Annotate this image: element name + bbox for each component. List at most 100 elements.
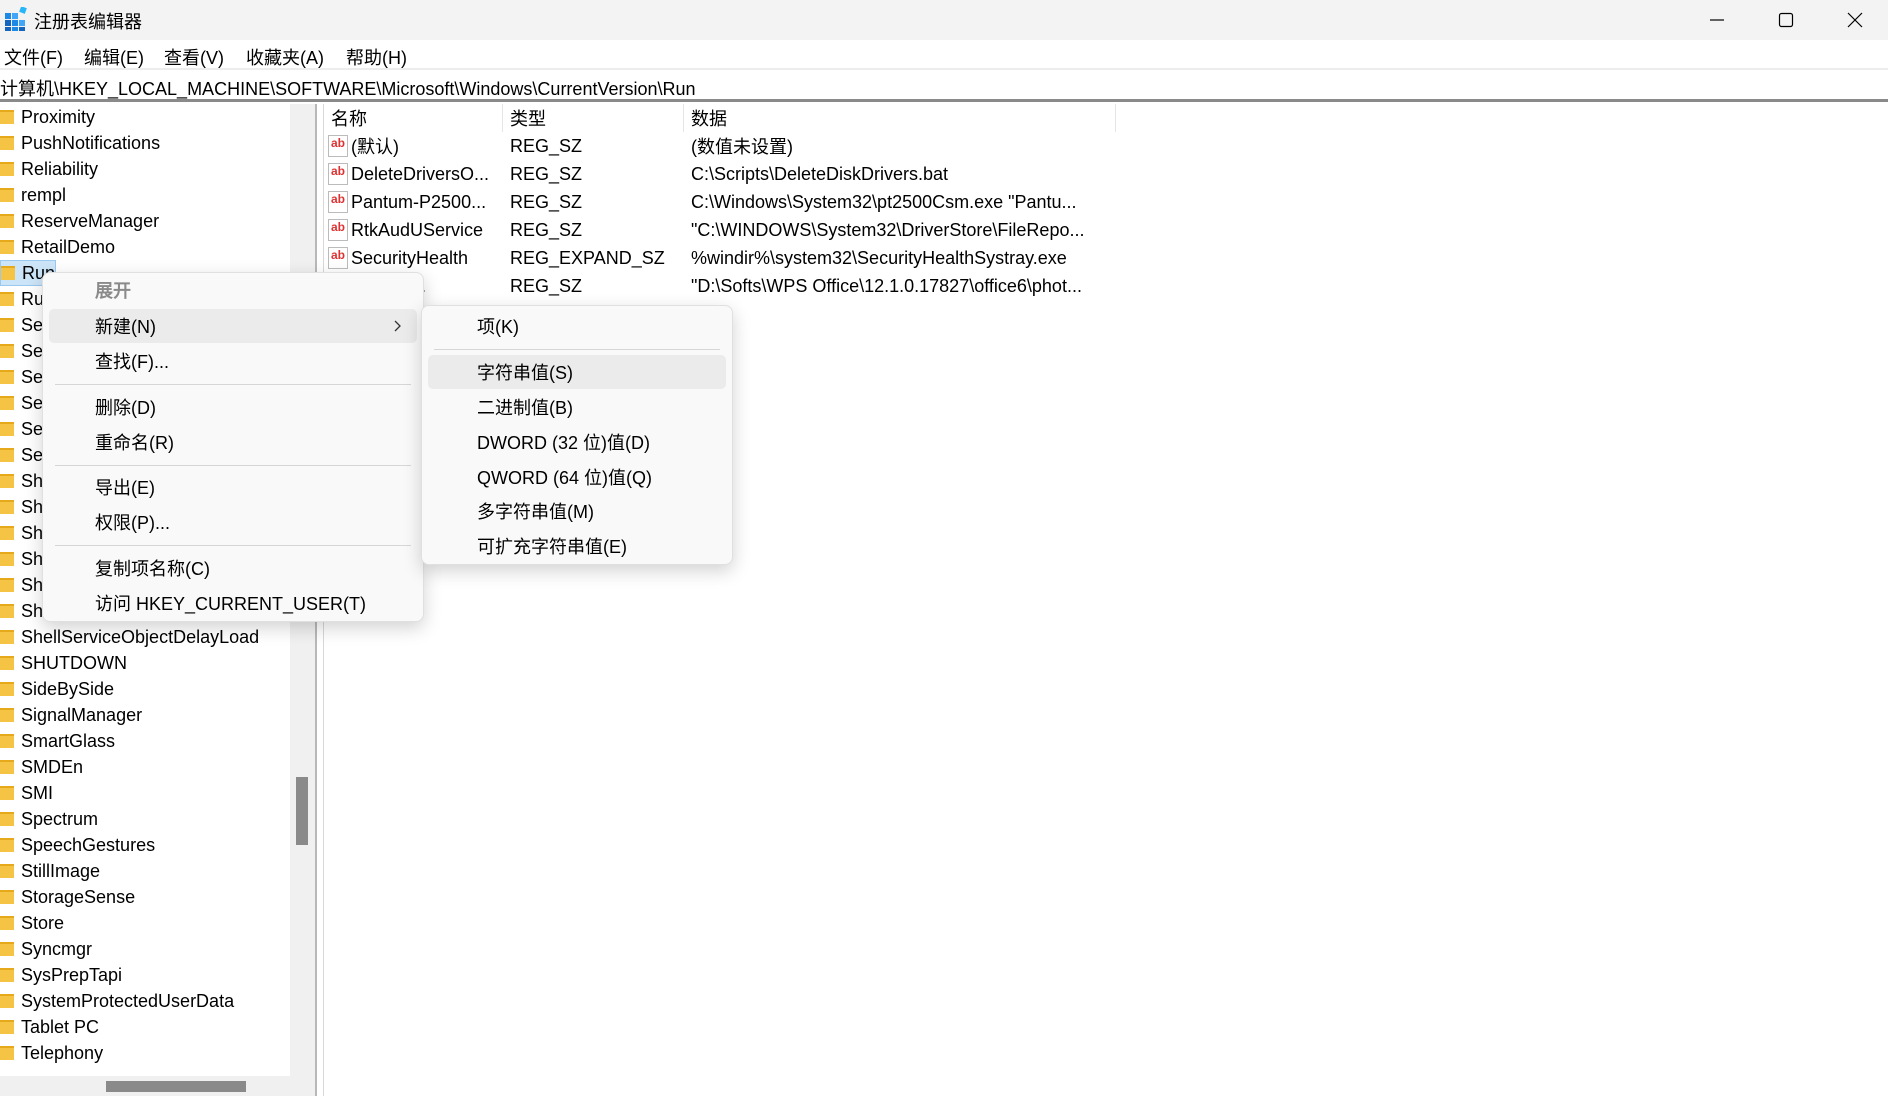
tree-item[interactable]: SMDEn [0, 754, 83, 780]
menu-item-permissions[interactable]: 权限(P)... [49, 505, 417, 539]
tree-item[interactable]: SMI [0, 780, 53, 806]
tree-item[interactable]: ShellServiceObjectDelayLoad [0, 624, 259, 650]
tree-item[interactable]: Se [0, 338, 43, 364]
tree-item[interactable]: Proximity [0, 104, 95, 130]
value-name: DeleteDriversO... [351, 163, 490, 184]
tree-item[interactable]: Se [0, 364, 43, 390]
folder-icon [0, 812, 14, 826]
tree-item[interactable]: StillImage [0, 858, 100, 884]
tree-item[interactable]: PushNotifications [0, 130, 160, 156]
folder-icon [0, 786, 14, 800]
column-header-name[interactable]: 名称 [324, 104, 503, 132]
tree-item-label: SMDEn [21, 756, 84, 777]
submenu-item-multi-string-value[interactable]: 多字符串值(M) [428, 494, 726, 528]
submenu-item-binary-value[interactable]: 二进制值(B) [428, 390, 726, 424]
tree-item[interactable]: Se [0, 442, 43, 468]
tree-item[interactable]: SideBySide [0, 676, 114, 702]
tree-item[interactable]: Sh [0, 546, 43, 572]
tree-item[interactable]: Sh [0, 520, 43, 546]
menu-item-new[interactable]: 新建(N) [49, 309, 417, 343]
tree-item[interactable]: Se [0, 416, 43, 442]
tree-item[interactable]: Sh [0, 494, 43, 520]
tree-horizontal-scrollbar[interactable] [0, 1076, 315, 1096]
tree-item[interactable]: Se [0, 390, 43, 416]
tree-item-label: SpeechGestures [21, 834, 156, 855]
submenu-item-qword-value[interactable]: QWORD (64 位)值(Q) [428, 460, 726, 494]
tree-item[interactable]: Ru [0, 286, 44, 312]
menu-item-goto-hkcu[interactable]: 访问 HKEY_CURRENT_USER(T) [49, 586, 417, 620]
tree-item-label: Sh [21, 574, 44, 595]
value-row[interactable]: ab DeleteDriversO... REG_SZ C:\Scripts\Dele… [324, 160, 1124, 188]
menu-item-export[interactable]: 导出(E) [49, 470, 417, 504]
menu-item-delete[interactable]: 删除(D) [49, 390, 417, 424]
menu-separator [55, 465, 411, 466]
tree-item[interactable]: Reliability [0, 156, 98, 182]
menu-label: 访问 HKEY_CURRENT_USER(T) [95, 594, 367, 614]
menu-item-find[interactable]: 查找(F)... [49, 344, 417, 378]
value-row[interactable]: ab SecurityHealth REG_EXPAND_SZ %windir%\sy… [324, 244, 1124, 272]
tree-item[interactable]: RetailDemo [0, 234, 115, 260]
value-row[interactable]: abtoautoa...REG_SZ"D:\Softs\WPS Office\1… [324, 272, 1124, 300]
tree-item[interactable]: Spectrum [0, 806, 98, 832]
tree-item[interactable]: Telephony [0, 1040, 103, 1066]
submenu-item-dword-value[interactable]: DWORD (32 位)值(D) [428, 425, 726, 459]
tree-item[interactable]: Se [0, 312, 43, 338]
menu-label: 可扩充字符串值(E) [477, 537, 627, 557]
menu-favorites[interactable]: 收藏夹(A) [246, 44, 324, 70]
maximize-button[interactable] [1751, 0, 1821, 40]
tree-item[interactable]: SmartGlass [0, 728, 115, 754]
tree-item[interactable]: SystemProtectedUserData [0, 988, 234, 1014]
scroll-thumb[interactable] [106, 1081, 246, 1092]
tree-item-label: Sh [21, 496, 44, 517]
context-menu: 展开 新建(N) 查找(F)... 删除(D) 重命名(R) 导出(E) 权限(… [42, 272, 424, 622]
address-bar[interactable]: 计算机\HKEY_LOCAL_MACHINE\SOFTWARE\Microsof… [0, 72, 1888, 102]
value-name: SecurityHealth [351, 247, 469, 268]
tree-item[interactable]: Sh [0, 468, 43, 494]
value-name: RtkAudUService [351, 219, 484, 240]
tree-item-label: Sh [21, 548, 44, 569]
tree-item[interactable]: Syncmgr [0, 936, 92, 962]
tree-item[interactable]: Sh [0, 572, 43, 598]
menu-edit[interactable]: 编辑(E) [84, 44, 144, 70]
minimize-button[interactable] [1682, 0, 1752, 40]
tree-item[interactable]: rempl [0, 182, 66, 208]
folder-icon [0, 682, 14, 696]
tree-item-label: StorageSense [21, 886, 136, 907]
menu-file[interactable]: 文件(F) [4, 44, 63, 70]
tree-item[interactable]: SpeechGestures [0, 832, 155, 858]
close-button[interactable] [1820, 0, 1888, 40]
title-bar: 注册表编辑器 [0, 0, 1888, 40]
folder-icon [1, 266, 15, 280]
value-row[interactable]: ab (默认) REG_SZ (数值未设置) [324, 132, 1124, 160]
tree-item-label: Sh [21, 600, 44, 621]
submenu-item-expandable-string-value[interactable]: 可扩充字符串值(E) [428, 529, 726, 563]
scroll-thumb[interactable] [296, 777, 308, 845]
tree-item[interactable]: StorageSense [0, 884, 135, 910]
menu-item-rename[interactable]: 重命名(R) [49, 425, 417, 459]
tree-item[interactable]: ReserveManager [0, 208, 159, 234]
column-header-type[interactable]: 类型 [503, 104, 684, 132]
folder-icon [0, 734, 14, 748]
tree-item[interactable]: Store [0, 910, 64, 936]
tree-item[interactable]: SignalManager [0, 702, 142, 728]
column-header-data[interactable]: 数据 [684, 104, 1116, 132]
menu-help[interactable]: 帮助(H) [346, 44, 407, 70]
value-row[interactable]: ab RtkAudUService REG_SZ "C:\WINDOWS\System… [324, 216, 1124, 244]
menu-item-copy-key-name[interactable]: 复制项名称(C) [49, 551, 417, 585]
tree-item[interactable]: SHUTDOWN [0, 650, 127, 676]
menu-label: 重命名(R) [95, 433, 174, 453]
menu-view[interactable]: 查看(V) [164, 44, 224, 70]
submenu-item-string-value[interactable]: 字符串值(S) [428, 355, 726, 389]
value-type: REG_SZ [510, 275, 583, 296]
tree-item-label: ShellServiceObjectDelayLoad [21, 626, 260, 647]
menu-label: 复制项名称(C) [95, 559, 210, 579]
submenu-item-key[interactable]: 项(K) [428, 309, 726, 343]
string-value-icon: ab [328, 247, 348, 269]
value-data: (数值未设置) [691, 137, 793, 157]
tree-item-label: Telephony [21, 1042, 104, 1063]
value-row[interactable]: ab Pantum-P2500... REG_SZ C:\Windows\System… [324, 188, 1124, 216]
tree-item[interactable]: SysPrepTapi [0, 962, 122, 988]
folder-icon [0, 448, 14, 462]
tree-item[interactable]: Tablet PC [0, 1014, 99, 1040]
tree-item[interactable]: Sh [0, 598, 43, 624]
